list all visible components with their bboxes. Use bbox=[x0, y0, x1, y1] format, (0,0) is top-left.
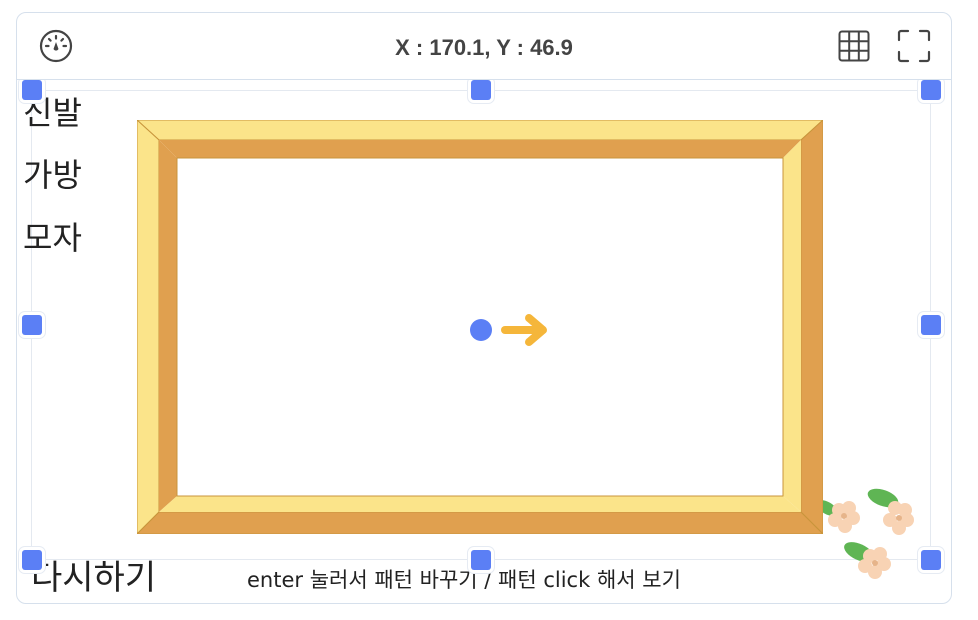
resize-handle-bottom-right[interactable] bbox=[921, 550, 941, 570]
pointer-arrow bbox=[470, 314, 547, 346]
resize-handle-left[interactable] bbox=[22, 315, 42, 335]
menu-item-hat[interactable]: 모자 bbox=[23, 213, 82, 259]
x-label: X : bbox=[395, 35, 430, 60]
resize-handle-top-right[interactable] bbox=[921, 80, 941, 100]
fullscreen-icon[interactable] bbox=[895, 28, 933, 64]
instruction-text: enter 눌러서 패턴 바꾸기 / 패턴 click 해서 보기 bbox=[247, 568, 681, 592]
x-value: 170.1 bbox=[429, 35, 485, 60]
flower-decoration bbox=[816, 488, 914, 579]
resize-handle-bottom-left[interactable] bbox=[22, 550, 42, 570]
cursor-coordinates: X : 170.1, Y : 46.9 bbox=[17, 35, 951, 61]
y-label: Y : bbox=[496, 35, 531, 60]
resize-handle-bottom[interactable] bbox=[471, 550, 491, 570]
resize-handle-top-left[interactable] bbox=[22, 80, 42, 100]
canvas-stage[interactable]: 신발 가방 모자 다시하기 enter 눌러서 패턴 바꾸기 / 패턴 clic… bbox=[17, 80, 951, 603]
grid-icon[interactable] bbox=[835, 28, 873, 64]
menu-item-bag[interactable]: 가방 bbox=[23, 150, 82, 196]
stage-panel: X : 170.1, Y : 46.9 신발 가방 모자 다시하기 enter … bbox=[16, 12, 952, 604]
y-value: 46.9 bbox=[530, 35, 573, 60]
center-dot bbox=[470, 319, 492, 341]
resize-handle-right[interactable] bbox=[921, 315, 941, 335]
restart-button[interactable]: 다시하기 bbox=[31, 550, 156, 599]
resize-handle-top[interactable] bbox=[471, 80, 491, 100]
coords-separator: , bbox=[484, 35, 497, 60]
toolbar: X : 170.1, Y : 46.9 bbox=[17, 13, 951, 80]
